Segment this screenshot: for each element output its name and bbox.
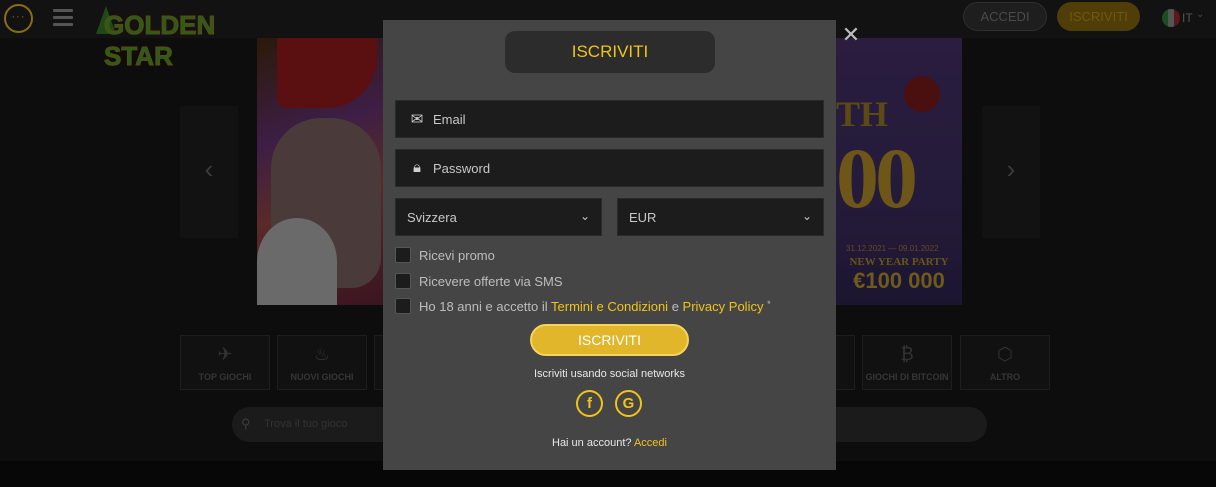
category-other[interactable]: ⬡ ALTRO xyxy=(960,335,1050,390)
country-value: Svizzera xyxy=(407,210,457,225)
chevron-down-icon: ⌄ xyxy=(1196,9,1205,20)
close-icon[interactable]: ✕ xyxy=(841,24,861,46)
search-placeholder: Trova il tuo gioco xyxy=(264,418,348,430)
logo-text: GOLDEN STAR xyxy=(104,10,216,72)
language-code: IT xyxy=(1182,11,1193,25)
password-placeholder: Password xyxy=(433,161,491,176)
language-selector[interactable]: IT ⌄ xyxy=(1162,9,1212,27)
register-modal: ISCRIVITI ✉ Email 🔒︎ Password Svizzera ⌄… xyxy=(383,20,836,470)
sms-label: Ricevere offerte via SMS xyxy=(419,274,563,289)
cube-icon: ⬡ xyxy=(997,344,1013,364)
terms-prefix: Ho 18 anni e accetto il xyxy=(419,299,552,314)
category-bitcoin-games[interactable]: ₿ GIOCHI DI BITCOIN xyxy=(862,335,952,390)
category-new-games[interactable]: ♨ NUOVI GIOCHI xyxy=(277,335,367,390)
page: ··· GOLDEN STAR ACCEDI ISCRIVITI IT ⌄ ‹ … xyxy=(0,0,1216,487)
logo[interactable]: GOLDEN STAR xyxy=(96,4,274,72)
category-top-games[interactable]: ✈ TOP GIOCHI xyxy=(180,335,270,390)
currency-select[interactable]: EUR ⌄ xyxy=(617,198,824,236)
chevron-down-icon: ⌄ xyxy=(801,209,812,223)
banner-party-title: NEW YEAR PARTY xyxy=(849,256,949,268)
social-title: Iscriviti usando social networks xyxy=(533,368,685,380)
terms-label: Ho 18 anni e accetto il Termini e Condiz… xyxy=(419,299,771,314)
banner-prize: €100 000 xyxy=(853,268,945,293)
search-icon: ⚲ xyxy=(241,416,251,431)
facebook-icon[interactable]: f xyxy=(576,390,603,417)
carousel-next-button[interactable]: › xyxy=(982,106,1040,238)
terms-middle: e xyxy=(668,299,683,314)
chevron-down-icon: ⌄ xyxy=(579,209,590,223)
have-account-row: Hai un account? Accedi xyxy=(383,437,836,449)
banner-big-number: 00 xyxy=(836,130,918,226)
have-account-text: Hai un account? xyxy=(552,437,632,449)
lock-icon: 🔒︎ xyxy=(413,159,421,176)
chat-icon[interactable]: ··· xyxy=(4,4,33,33)
promo-checkbox-row[interactable]: Ricevi promo xyxy=(395,247,595,265)
required-asterisk: * xyxy=(767,299,771,309)
banner-slide-left[interactable] xyxy=(257,38,387,305)
password-field[interactable]: 🔒︎ Password xyxy=(395,149,824,187)
flame-icon: ♨ xyxy=(313,344,331,364)
chevron-left-icon: ‹ xyxy=(204,154,214,184)
submit-register-button[interactable]: ISCRIVITI xyxy=(530,324,689,356)
terms-link[interactable]: Termini e Condizioni xyxy=(551,299,668,314)
bitcoin-icon: ₿ xyxy=(900,344,914,364)
italy-flag-icon xyxy=(1162,9,1180,27)
google-icon[interactable]: G xyxy=(615,390,642,417)
privacy-policy-link[interactable]: Privacy Policy xyxy=(683,299,764,314)
sms-checkbox[interactable] xyxy=(395,273,411,289)
ornament-ball xyxy=(904,76,940,112)
promo-label: Ricevi promo xyxy=(419,248,495,263)
banner-slide-right[interactable]: TH 00 31.12.2021 — 09.01.2022 NEW YEAR P… xyxy=(836,38,962,305)
terms-checkbox-row[interactable]: Ho 18 anni e accetto il Termini e Condiz… xyxy=(395,298,824,316)
promo-checkbox[interactable] xyxy=(395,247,411,263)
envelope-icon: ✉ xyxy=(410,111,424,128)
email-field[interactable]: ✉ Email xyxy=(395,100,824,138)
modal-title-tab: ISCRIVITI xyxy=(499,31,721,73)
category-label: NUOVI GIOCHI xyxy=(290,372,354,382)
category-label: ALTRO xyxy=(989,372,1021,382)
modal-title: ISCRIVITI xyxy=(571,42,649,61)
country-select[interactable]: Svizzera ⌄ xyxy=(395,198,602,236)
register-button[interactable]: ISCRIVITI xyxy=(1057,2,1140,31)
banner-dates: 31.12.2021 — 09.01.2022 xyxy=(846,244,939,253)
email-placeholder: Email xyxy=(433,112,466,127)
santa-hat xyxy=(277,38,377,108)
chevron-right-icon: › xyxy=(1006,154,1016,184)
carousel-prev-button[interactable]: ‹ xyxy=(180,106,238,238)
terms-checkbox[interactable] xyxy=(395,298,411,314)
login-button[interactable]: ACCEDI xyxy=(963,2,1047,31)
currency-value: EUR xyxy=(629,210,657,225)
category-label: GIOCHI DI BITCOIN xyxy=(865,372,949,382)
hamburger-menu-icon[interactable] xyxy=(53,9,73,27)
login-link[interactable]: Accedi xyxy=(634,437,667,449)
rocket-icon: ✈ xyxy=(217,344,233,364)
category-label: TOP GIOCHI xyxy=(198,372,252,382)
sms-checkbox-row[interactable]: Ricevere offerte via SMS xyxy=(395,273,645,291)
character-beard xyxy=(257,218,337,305)
